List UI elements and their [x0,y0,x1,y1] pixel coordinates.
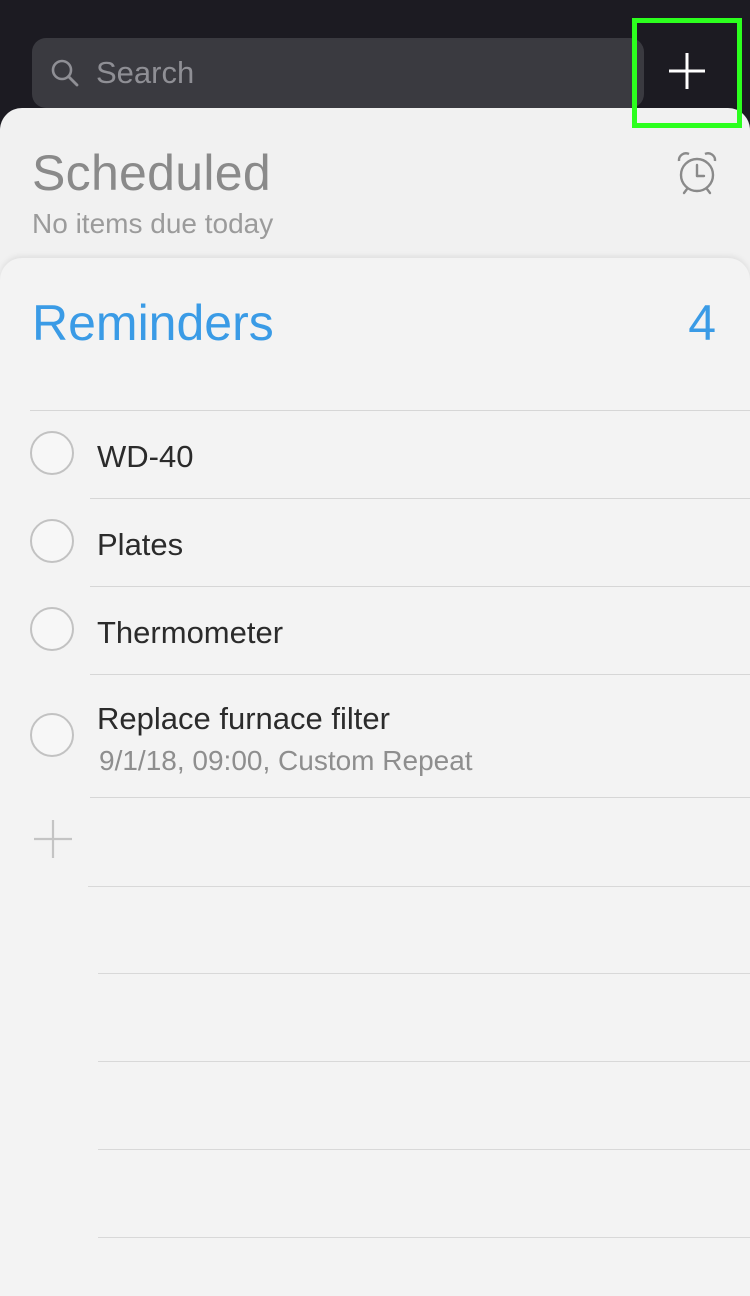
add-list-button[interactable] [632,18,742,128]
checkbox[interactable] [30,607,74,651]
divider [98,973,750,974]
reminders-count: 4 [688,295,716,351]
list-item[interactable]: WD-40 [0,411,750,499]
item-due-date: 9/1/18, 09:00, Custom Repeat [99,745,473,776]
list-item[interactable]: Plates [0,499,750,587]
checkbox[interactable] [30,431,74,475]
search-field[interactable] [32,38,644,108]
checkbox[interactable] [30,519,74,563]
item-title: WD-40 [97,439,194,474]
scheduled-title: Scheduled [32,145,272,201]
scheduled-subtitle: No items due today [32,208,274,239]
reminders-list-card: Reminders 4 WD-40 Plates Thermometer Rep… [0,258,750,1296]
divider [98,1149,750,1150]
item-title: Replace furnace filter [97,701,390,736]
item-title: Thermometer [97,615,284,650]
divider [98,1061,750,1062]
search-icon [48,56,82,90]
list-item[interactable]: Replace furnace filter 9/1/18, 09:00, Cu… [0,675,750,798]
list-item[interactable]: Thermometer [0,587,750,675]
divider [98,1237,750,1238]
alarm-clock-icon [674,150,720,196]
reminders-title[interactable]: Reminders [32,294,274,352]
new-reminder-button[interactable] [32,819,74,864]
checkbox[interactable] [30,713,74,757]
item-title: Plates [97,527,184,562]
divider [88,886,750,887]
plus-icon [667,51,707,96]
search-input[interactable] [94,54,618,92]
plus-icon [33,819,73,864]
divider [90,797,750,798]
